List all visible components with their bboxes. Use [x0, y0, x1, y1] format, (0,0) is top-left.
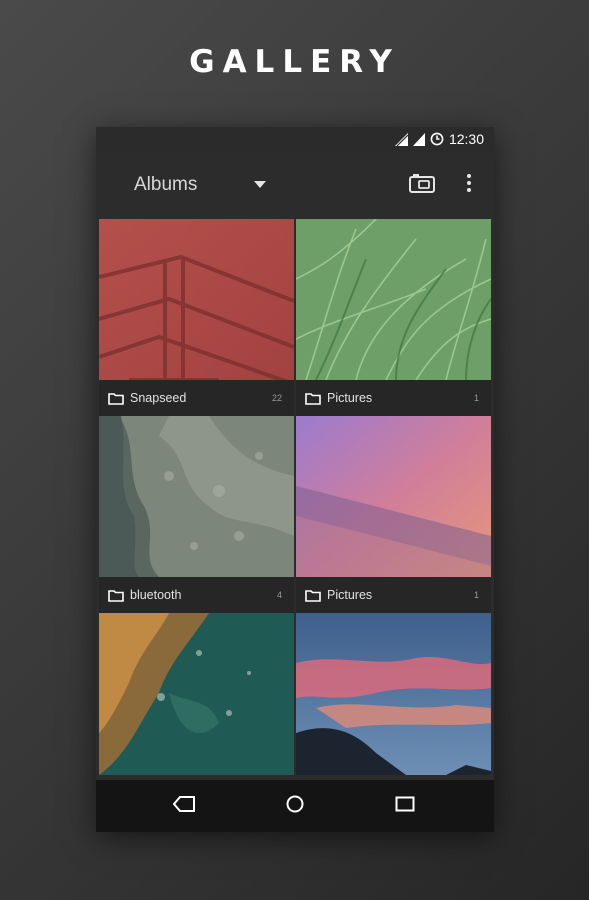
recents-button[interactable]: [392, 793, 418, 819]
camera-icon: [409, 173, 435, 198]
navigation-bar: [96, 780, 494, 832]
album-caption: Snapseed 22: [99, 380, 294, 416]
home-icon: [285, 794, 305, 819]
album-selector-label: Albums: [134, 174, 198, 195]
album-thumbnail: [99, 416, 294, 577]
network-icon: [412, 132, 425, 146]
album-thumbnail: [296, 613, 491, 775]
folder-icon: [305, 589, 321, 602]
album-thumbnail: [296, 416, 491, 577]
battery-icon: [430, 132, 444, 146]
folder-icon: [108, 589, 124, 602]
album-name: Snapseed: [130, 391, 187, 405]
dropdown-arrow-icon: [254, 176, 266, 194]
recents-icon: [395, 796, 415, 817]
signal-icon: [394, 132, 408, 146]
album-name: Pictures: [327, 391, 373, 405]
app-toolbar: Albums: [96, 153, 494, 218]
folder-icon: [305, 392, 321, 405]
folder-icon: [108, 392, 124, 405]
album-name: Pictures: [327, 588, 373, 602]
more-vert-icon: [466, 173, 472, 198]
album-selector[interactable]: Albums: [134, 169, 266, 201]
album-thumbnail: [296, 219, 491, 380]
album-caption: Pictures 1: [296, 577, 491, 613]
album-count: 1: [473, 590, 479, 600]
album-name: bluetooth: [130, 588, 182, 602]
album-thumbnail: [99, 219, 294, 380]
camera-button[interactable]: [407, 170, 437, 200]
album-count: 1: [473, 393, 479, 403]
back-icon: [172, 795, 195, 817]
album-count: 4: [276, 590, 282, 600]
phone-screen: 12:30 Albums Snapseed 22 Pictures 1 blue…: [96, 127, 494, 832]
back-button[interactable]: [171, 793, 197, 819]
album-thumbnail: [99, 613, 294, 775]
promo-title: GALLERY: [189, 44, 400, 80]
album-count: 22: [271, 393, 282, 403]
home-button[interactable]: [282, 793, 308, 819]
overflow-menu-button[interactable]: [454, 170, 484, 200]
status-bar: 12:30: [96, 127, 494, 153]
album-caption: Pictures 1: [296, 380, 491, 416]
status-time: 12:30: [448, 131, 484, 147]
album-caption: bluetooth 4: [99, 577, 294, 613]
